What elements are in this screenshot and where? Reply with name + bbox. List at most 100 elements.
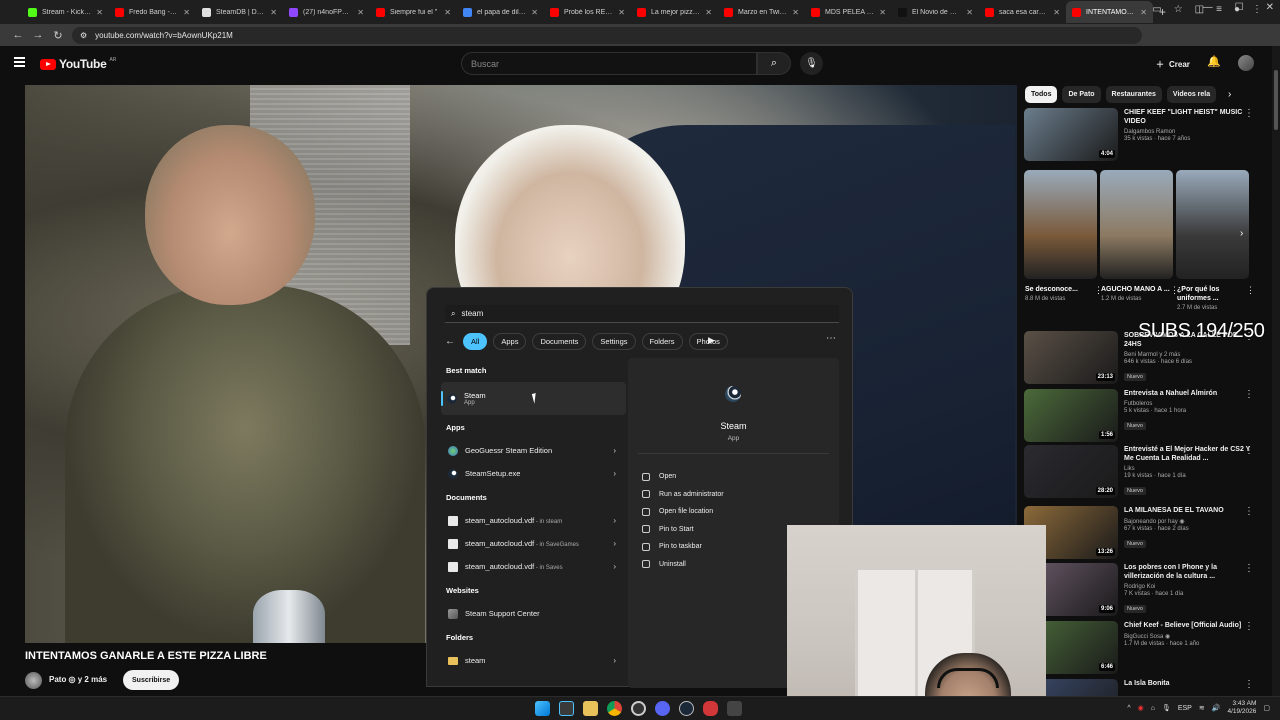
more-actions-icon[interactable]: ⋮ <box>1244 445 1254 456</box>
more-actions-icon[interactable]: ⋮ <box>1244 563 1254 574</box>
search-result-item[interactable]: GeoGuessr Steam Edition › <box>441 439 626 462</box>
tab-close-icon[interactable]: ✕ <box>270 8 277 17</box>
recommended-video[interactable]: 13:26 LA MILANESA DE EL TAVANO Bajoneando … <box>1024 506 1254 559</box>
scrollbar-thumb[interactable] <box>1274 70 1278 130</box>
url-field[interactable]: ⚙ youtube.com/watch?v=bAownUKp21M <box>72 26 1142 44</box>
notifications-bell-icon[interactable]: 🔔 <box>1207 55 1221 68</box>
bookmark-star-icon[interactable]: ☆ <box>1174 4 1183 15</box>
create-button[interactable]: ＋ Crear <box>1148 54 1198 74</box>
recommended-title[interactable]: La Isla Bonita <box>1124 679 1254 688</box>
more-options-icon[interactable]: ⋯ <box>826 333 836 344</box>
short-title[interactable]: AGUCHO MANO A ... <box>1101 285 1171 294</box>
app-icon[interactable] <box>727 701 742 716</box>
clock[interactable]: 3:43 AM 4/19/2026 <box>1227 700 1256 716</box>
browser-tab[interactable]: el papa de dillon ✕ <box>457 1 544 23</box>
search-result-item[interactable]: steam_autocloud.vdf - in SaveGames › <box>441 532 626 555</box>
search-input[interactable]: Buscar <box>461 52 757 75</box>
filter-chip[interactable]: De Pato <box>1062 86 1101 103</box>
riot-vanguard-icon[interactable] <box>703 701 718 716</box>
tab-close-icon[interactable]: ✕ <box>966 8 973 17</box>
search-result-item[interactable]: SteamSetup.exe › <box>441 462 626 485</box>
site-info-icon[interactable]: ⚙ <box>80 31 87 40</box>
video-thumbnail[interactable]: 1:56 <box>1024 389 1118 442</box>
recommended-video[interactable]: 6:46 Chief Keef - Believe [Official Audio… <box>1024 621 1254 674</box>
video-thumbnail[interactable]: 23:13 <box>1024 331 1118 384</box>
windows-search-input[interactable]: ⌕ steam <box>445 305 839 323</box>
detail-action[interactable]: Run as administrator <box>642 486 724 504</box>
language-indicator[interactable]: ESP <box>1178 705 1192 712</box>
more-actions-icon[interactable]: ⋮ <box>1246 285 1255 296</box>
short-thumbnail[interactable] <box>1176 170 1249 279</box>
more-filters-play-icon[interactable]: ▶ <box>708 335 715 346</box>
close-window-icon[interactable]: ✕ <box>1266 2 1274 13</box>
recommended-title[interactable]: Chief Keef - Believe [Official Audio] <box>1124 621 1254 630</box>
media-icon[interactable]: ≡ <box>1216 4 1222 15</box>
channel-avatar[interactable] <box>25 672 42 689</box>
recommended-title[interactable]: Entrevista a Nahuel Almirón <box>1124 389 1254 398</box>
notifications-icon[interactable]: ▢ <box>1263 704 1270 712</box>
recommended-channel[interactable]: Bajoneando por hay ◉ <box>1124 518 1254 525</box>
page-scrollbar[interactable] <box>1272 46 1280 696</box>
browser-tab[interactable]: saca esa cara de ✕ <box>979 1 1066 23</box>
detail-action[interactable]: Pin to taskbar <box>642 538 724 556</box>
menu-hamburger-icon[interactable] <box>14 57 25 67</box>
recommended-title[interactable]: Los pobres con I Phone y la villerizació… <box>1124 563 1254 581</box>
short-thumbnail[interactable] <box>1100 170 1173 279</box>
tray-chevron-icon[interactable]: ^ <box>1127 705 1130 712</box>
browser-tab[interactable]: INTENTAMOS G ✕ <box>1066 1 1153 23</box>
account-avatar[interactable] <box>1238 55 1254 71</box>
video-thumbnail[interactable]: 4:04 <box>1024 108 1118 161</box>
browser-tab[interactable]: La mejor pizzerí ✕ <box>631 1 718 23</box>
channel-name[interactable]: Pato ◎ y 2 más <box>49 675 107 684</box>
wifi-icon[interactable]: ≋ <box>1199 704 1205 712</box>
network-icon[interactable]: ⌂ <box>1151 705 1155 712</box>
chevron-right-icon[interactable]: › <box>613 656 616 665</box>
recommended-channel[interactable]: BigGucci Sosa ◉ <box>1124 633 1254 640</box>
detail-action[interactable]: Uninstall <box>642 556 724 574</box>
shorts-next-chevron-icon[interactable]: › <box>1240 228 1243 239</box>
tab-close-icon[interactable]: ✕ <box>705 8 712 17</box>
short-title[interactable]: ¿Por qué los uniformes ... <box>1177 285 1247 303</box>
search-result-item[interactable]: steam › <box>441 649 626 672</box>
subscribe-button[interactable]: Suscribirse <box>123 670 180 690</box>
extensions-icon[interactable]: ◫ <box>1195 4 1204 15</box>
steam-taskbar-icon[interactable] <box>679 701 694 716</box>
more-actions-icon[interactable]: ⋮ <box>1244 389 1254 400</box>
video-thumbnail[interactable]: 28:20 <box>1024 445 1118 498</box>
chevron-right-icon[interactable]: › <box>613 562 616 571</box>
browser-tab[interactable]: Stream - Kick De ✕ <box>22 1 109 23</box>
recommended-channel[interactable]: Beni Marmol y 2 más <box>1124 352 1254 358</box>
profile-icon[interactable]: ● <box>1234 4 1240 15</box>
more-actions-icon[interactable]: ⋮ <box>1244 679 1254 690</box>
reload-icon[interactable]: ↻ <box>48 29 68 42</box>
chevron-right-icon[interactable]: › <box>613 539 616 548</box>
recommended-title[interactable]: CHIEF KEEF "LIGHT HEIST" MUSIC VIDEO <box>1124 108 1254 126</box>
tab-close-icon[interactable]: ✕ <box>879 8 886 17</box>
recommended-channel[interactable]: Futboleros <box>1124 401 1254 407</box>
search-result-item[interactable]: Steam Support Center <box>441 602 626 625</box>
back-arrow-icon[interactable]: ← <box>8 29 28 41</box>
mic-tray-icon[interactable]: 🎙 <box>1162 704 1171 712</box>
search-result-item[interactable]: steam_autocloud.vdf - in steam › <box>441 509 626 532</box>
more-actions-icon[interactable]: ⋮ <box>1244 506 1254 517</box>
short-thumbnail[interactable] <box>1024 170 1097 279</box>
filter-tab[interactable]: Apps <box>493 333 527 350</box>
back-arrow-icon[interactable]: ← <box>445 336 457 347</box>
youtube-logo[interactable]: YouTube AR <box>40 57 116 71</box>
recommended-video[interactable]: 9:06 Los pobres con I Phone y la villeriz… <box>1024 563 1254 616</box>
filter-chip[interactable]: Todos <box>1025 86 1058 103</box>
detail-action[interactable]: Open file location <box>642 503 724 521</box>
tab-close-icon[interactable]: ✕ <box>444 8 451 17</box>
recommended-channel[interactable]: Rodrigo Koi <box>1124 584 1254 590</box>
detail-action[interactable]: Open <box>642 468 724 486</box>
detail-action[interactable]: Pin to Start <box>642 521 724 539</box>
browser-menu-icon[interactable]: ⋮ <box>1252 4 1262 15</box>
tab-close-icon[interactable]: ✕ <box>183 8 190 17</box>
browser-tab[interactable]: SteamDB | Datab ✕ <box>196 1 283 23</box>
filter-tab[interactable]: Settings <box>592 333 636 350</box>
discord-icon[interactable] <box>655 701 670 716</box>
recommended-video[interactable]: 1:56 Entrevista a Nahuel Almirón Futbolero… <box>1024 389 1254 442</box>
file-explorer-icon[interactable] <box>583 701 598 716</box>
recommended-video[interactable]: 28:20 Entrevisté a El Mejor Hacker de CS2… <box>1024 445 1254 498</box>
search-button[interactable]: ⌕ <box>757 52 791 75</box>
